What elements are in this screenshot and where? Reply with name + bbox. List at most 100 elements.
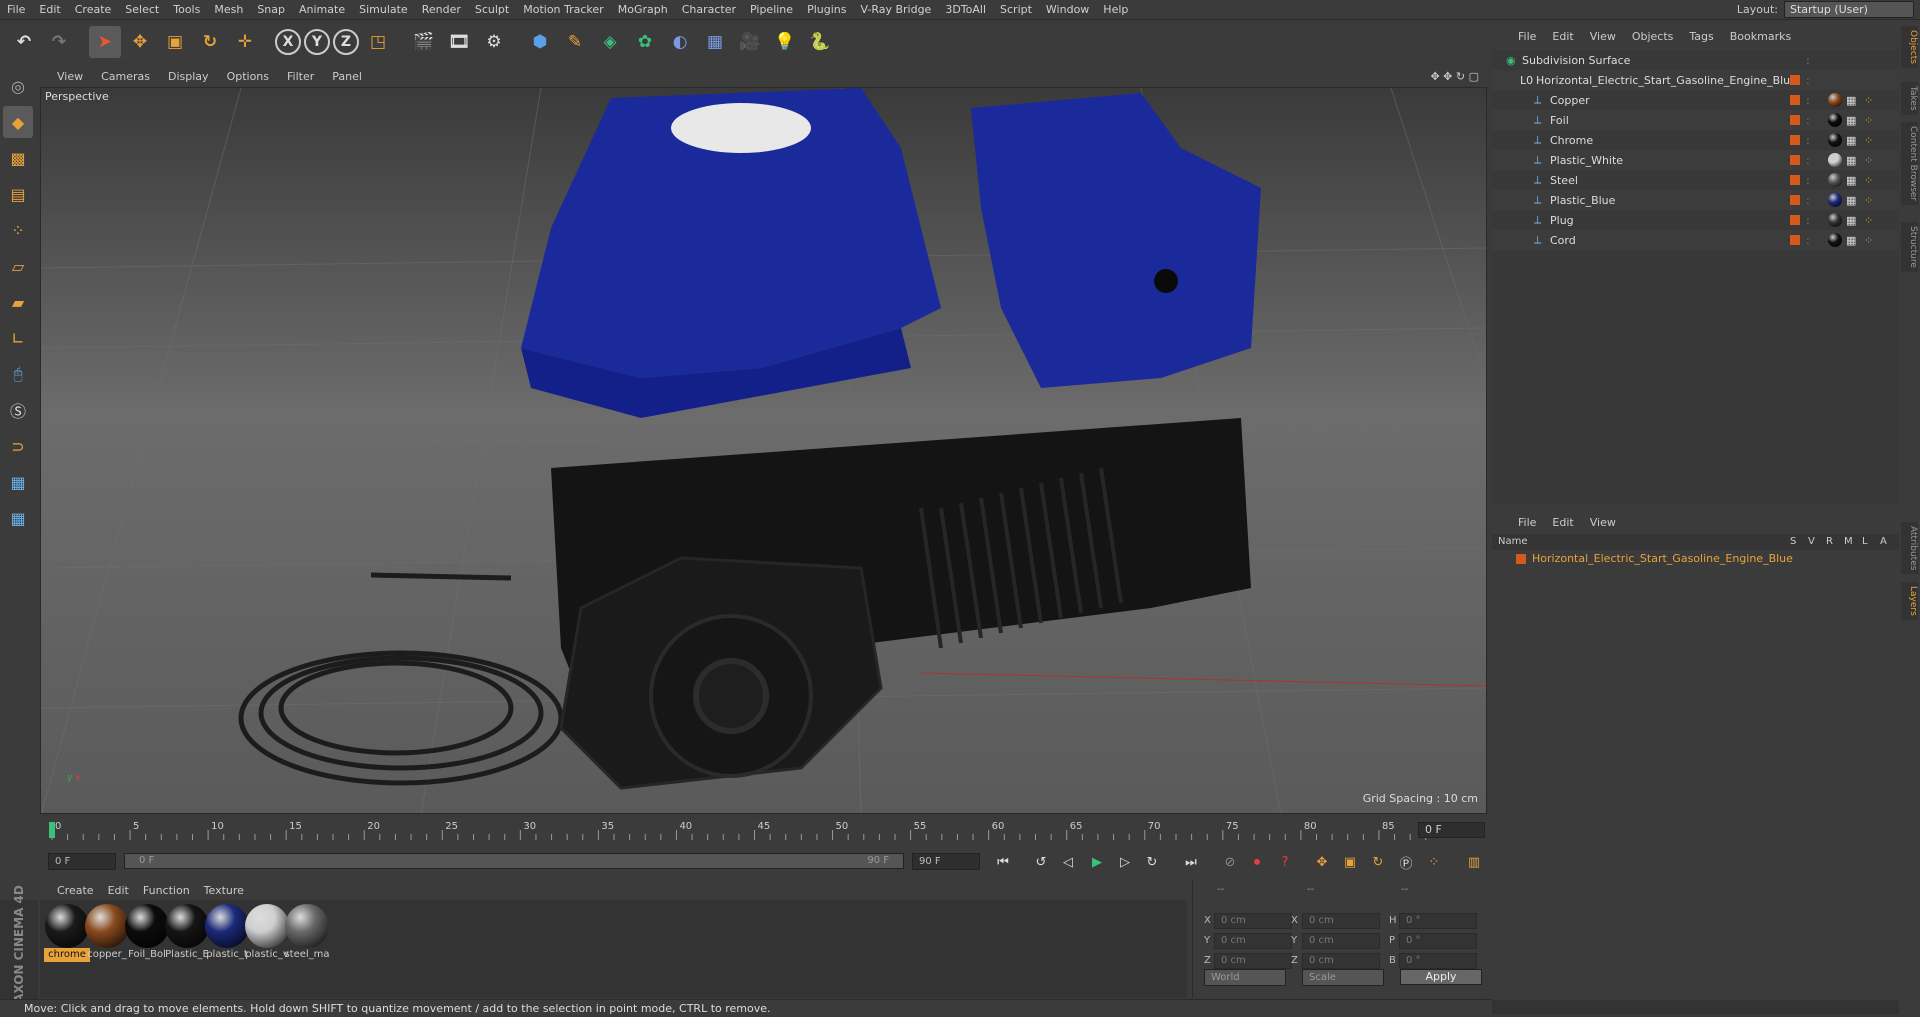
make-editable-icon[interactable]: ◎	[3, 70, 33, 102]
texture-tag-icon[interactable]: ▦	[1846, 134, 1856, 147]
layer-color-chip[interactable]	[1790, 235, 1800, 245]
visibility-dots-icon[interactable]: :	[1806, 114, 1810, 127]
workplane-icon[interactable]: ▤	[3, 178, 33, 210]
model-mode-icon[interactable]: ◆	[3, 106, 33, 138]
select-tool-icon[interactable]: ➤	[89, 26, 121, 58]
material-menu-function[interactable]: Function	[136, 884, 197, 897]
layer-column-header[interactable]: A	[1880, 534, 1887, 550]
uvw-tag-icon[interactable]: ⁘	[1864, 114, 1873, 127]
layer-color-chip[interactable]	[1790, 95, 1800, 105]
undo-icon[interactable]: ↶	[8, 26, 40, 58]
viewport-menu-options[interactable]: Options	[218, 70, 278, 83]
obj-menu-file[interactable]: File	[1510, 30, 1544, 43]
material-tag-icon[interactable]	[1828, 113, 1842, 127]
uvw-tag-icon[interactable]: ⁘	[1864, 154, 1873, 167]
viewport-nav-icons[interactable]: ✥ ✥ ↻ ▢	[1430, 70, 1479, 83]
material-menu-edit[interactable]: Edit	[101, 884, 136, 897]
material-tag-icon[interactable]	[1828, 213, 1842, 227]
texture-tag-icon[interactable]: ▦	[1846, 94, 1856, 107]
obj-menu-view[interactable]: View	[1582, 30, 1624, 43]
end-frame-field[interactable]: 90 F	[912, 853, 980, 870]
layer-color-chip[interactable]	[1790, 115, 1800, 125]
menu-pipeline[interactable]: Pipeline	[743, 0, 800, 20]
menu-sculpt[interactable]: Sculpt	[468, 0, 516, 20]
material-tag-icon[interactable]	[1828, 173, 1842, 187]
obj-menu-bookmarks[interactable]: Bookmarks	[1722, 30, 1799, 43]
edges-mode-icon[interactable]: ▱	[3, 250, 33, 282]
coord-field[interactable]: 0 cm	[1302, 953, 1380, 969]
uvw-tag-icon[interactable]: ⁘	[1864, 174, 1873, 187]
coord-field[interactable]: 0 cm	[1214, 953, 1292, 969]
object-row[interactable]: ⟂ Plug: ▦ ⁘	[1492, 210, 1899, 230]
material-menu-create[interactable]: Create	[50, 884, 101, 897]
object-row[interactable]: ◉ Subdivision Surface:	[1492, 50, 1899, 70]
menu-animate[interactable]: Animate	[292, 0, 352, 20]
visibility-dots-icon[interactable]: :	[1806, 214, 1810, 227]
obj-menu-tags[interactable]: Tags	[1681, 30, 1721, 43]
camera-icon[interactable]: 🎥	[734, 26, 766, 58]
keyframe-selection-icon[interactable]: ?	[1273, 850, 1297, 874]
play-icon[interactable]: ▶	[1085, 850, 1109, 874]
material-tag-icon[interactable]	[1828, 93, 1842, 107]
layer-color-chip[interactable]	[1790, 175, 1800, 185]
visibility-dots-icon[interactable]: :	[1806, 134, 1810, 147]
object-name[interactable]: Steel	[1550, 174, 1578, 187]
menu-window[interactable]: Window	[1039, 0, 1096, 20]
layer-menu-edit[interactable]: Edit	[1544, 516, 1581, 529]
object-row[interactable]: ⟂ Chrome: ▦ ⁘	[1492, 130, 1899, 150]
coord-field[interactable]: 0 cm	[1302, 933, 1380, 949]
coord-field[interactable]: 0 °	[1399, 933, 1477, 949]
range-slider[interactable]: 0 F 90 F	[124, 853, 904, 869]
planar-workplane-icon[interactable]: ▦	[3, 502, 33, 534]
object-name[interactable]: Copper	[1550, 94, 1590, 107]
menu-file[interactable]: File	[0, 0, 32, 20]
deformer-icon[interactable]: ◐	[664, 26, 696, 58]
layer-name[interactable]: Horizontal_Electric_Start_Gasoline_Engin…	[1532, 552, 1793, 565]
material-tag-icon[interactable]	[1828, 233, 1842, 247]
render-picture-viewer-icon[interactable]: 🎞	[443, 26, 475, 58]
cloner-icon[interactable]: ✿	[629, 26, 661, 58]
material-swatch[interactable]: steel_ma	[284, 904, 330, 962]
side-tab-structure[interactable]: Structure	[1901, 222, 1918, 272]
move-tool-icon[interactable]: ✥	[124, 26, 156, 58]
redo-icon[interactable]: ↷	[43, 26, 75, 58]
side-tab-objects[interactable]: Objects	[1901, 26, 1918, 69]
uvw-tag-icon[interactable]: ⁘	[1864, 94, 1873, 107]
layer-color-chip[interactable]	[1790, 75, 1800, 85]
render-settings-icon[interactable]: ⚙	[478, 26, 510, 58]
menu-tools[interactable]: Tools	[166, 0, 207, 20]
timeline-ruler[interactable]: 051015202530354045505560657075808590	[40, 818, 1487, 842]
record-icon[interactable]: ⊘	[1218, 850, 1242, 874]
visibility-dots-icon[interactable]: :	[1806, 154, 1810, 167]
menu-mesh[interactable]: Mesh	[207, 0, 250, 20]
snap-icon[interactable]: Ⓢ	[3, 394, 33, 426]
menu-snap[interactable]: Snap	[250, 0, 292, 20]
menu-motion-tracker[interactable]: Motion Tracker	[516, 0, 610, 20]
menu-edit[interactable]: Edit	[32, 0, 67, 20]
tweak-mode-icon[interactable]: 🖰	[3, 358, 33, 390]
light-icon[interactable]: 💡	[769, 26, 801, 58]
object-row[interactable]: ⟂ Steel: ▦ ⁘	[1492, 170, 1899, 190]
uvw-tag-icon[interactable]: ⁘	[1864, 134, 1873, 147]
texture-tag-icon[interactable]: ▦	[1846, 154, 1856, 167]
menu-script[interactable]: Script	[993, 0, 1039, 20]
viewport-menu-panel[interactable]: Panel	[323, 70, 371, 83]
render-view-icon[interactable]: 🎬	[408, 26, 440, 58]
menu-help[interactable]: Help	[1096, 0, 1135, 20]
menu-character[interactable]: Character	[675, 0, 743, 20]
texture-tag-icon[interactable]: ▦	[1846, 234, 1856, 247]
texture-mode-icon[interactable]: ▩	[3, 142, 33, 174]
layer-column-header[interactable]: L	[1862, 534, 1868, 550]
object-row[interactable]: ⟂ Foil: ▦ ⁘	[1492, 110, 1899, 130]
object-name[interactable]: Plastic_White	[1550, 154, 1623, 167]
object-row[interactable]: ⟂ Plastic_White: ▦ ⁘	[1492, 150, 1899, 170]
coordinate-system-icon[interactable]: ◳	[362, 26, 394, 58]
material-tag-icon[interactable]	[1828, 153, 1842, 167]
object-row[interactable]: L0 Horizontal_Electric_Start_Gasoline_Eng…	[1492, 70, 1899, 90]
side-tab-takes[interactable]: Takes	[1901, 82, 1918, 115]
key-pla-icon[interactable]: ⁘	[1422, 850, 1446, 874]
menu-render[interactable]: Render	[415, 0, 468, 20]
pen-icon[interactable]: ✎	[559, 26, 591, 58]
menu-plugins[interactable]: Plugins	[800, 0, 853, 20]
subdivision-icon[interactable]: ◈	[594, 26, 626, 58]
